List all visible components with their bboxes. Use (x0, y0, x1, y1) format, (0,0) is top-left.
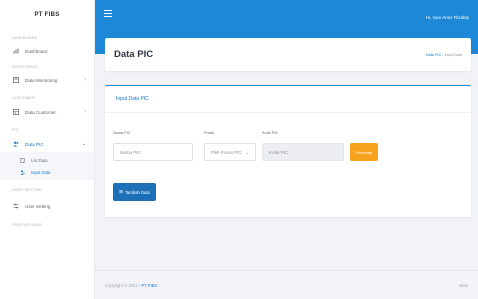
sidebar-item-monitoring[interactable]: Data Monitoring › (0, 72, 94, 88)
copyright: Copyright © 2021 • PT FIBS (105, 283, 157, 288)
nama-pic-placeholder: Nama PIC (120, 149, 141, 155)
sidebar-item-user-setting[interactable]: User Setting (0, 198, 94, 214)
users-icon (13, 141, 19, 147)
generate-button[interactable]: Generate (350, 143, 378, 161)
chevron-down-icon: ⌄ (81, 141, 86, 147)
section-customer: CUSTOMER (12, 96, 35, 100)
sidebar-subitem-label: Input Data (31, 169, 51, 175)
hamburger-menu-icon[interactable] (104, 10, 112, 17)
sidebar-item-pic[interactable]: Data PIC ⌄ (0, 136, 94, 152)
sidebar-subitem-label: List Data (31, 157, 48, 163)
chevron-right-icon: › (84, 77, 86, 83)
document-icon (20, 157, 25, 163)
sidebar-item-dashboard[interactable]: Dashboard (0, 43, 94, 59)
breadcrumb: Data PIC / Input Data (426, 53, 462, 57)
pic-submenu: List Data Input Data (0, 152, 94, 180)
sidebar-item-label: Dashboard (25, 48, 48, 54)
page-header: Data PIC Data PIC / Input Data (105, 38, 471, 71)
section-monitoring: MONITORING (12, 65, 39, 69)
nama-pic-input[interactable]: Nama PIC (113, 143, 193, 161)
add-data-button[interactable]: ⊞ Tambah Data (113, 183, 156, 201)
user-plus-icon (20, 170, 25, 175)
page-title: Data PIC (114, 49, 154, 60)
sidebar-item-label: Data Customer (25, 109, 56, 115)
posisi-selected-value: Pilih Posisi PIC (211, 149, 242, 155)
kode-pic-label: Kode PIC (262, 131, 279, 135)
sidebar-subitem-input[interactable]: Input Data (0, 166, 94, 178)
kode-pic-input[interactable]: Kode PIC (262, 143, 344, 161)
sidebar-item-label: Data Monitoring (25, 77, 58, 83)
footer-version: Beta (459, 282, 468, 288)
sidebar-item-label: Data PIC (25, 141, 44, 147)
plus-icon: ⊞ (119, 189, 123, 194)
section-pic: PIC (12, 128, 19, 132)
footer: Copyright © 2021 • PT FIBS Beta (95, 270, 478, 299)
add-data-label: Tambah Data (124, 189, 150, 195)
kode-pic-placeholder: Kode PIC (269, 149, 289, 155)
brand-logo[interactable]: PT FIBS (0, 0, 94, 30)
chevron-down-icon: ⌄ (245, 149, 249, 155)
breadcrumb-current: Input Data (444, 52, 462, 57)
section-user-setting: USER SETTING (12, 188, 43, 192)
section-user-aplikasi: USER APLIKASI (12, 223, 43, 227)
settings-icon (13, 203, 19, 209)
sidebar: PT FIBS DASHBOARD Dashboard MONITORING D… (0, 0, 95, 299)
copyright-text: Copyright © 2021 • (105, 282, 141, 288)
table-icon (13, 109, 19, 115)
posisi-select[interactable]: Pilih Posisi PIC ⌄ (204, 143, 256, 161)
sidebar-item-customer[interactable]: Data Customer › (0, 104, 94, 120)
monitor-icon (13, 77, 19, 83)
nama-pic-label: Nama PIC (113, 131, 131, 135)
chevron-right-icon: › (84, 109, 86, 115)
footer-company-link[interactable]: PT FIBS (141, 283, 157, 288)
user-greeting[interactable]: Hi, Ivan Ariez Rizaldy (426, 15, 469, 20)
sidebar-subitem-list[interactable]: List Data (0, 154, 94, 166)
chart-icon (13, 48, 19, 54)
breadcrumb-link[interactable]: Data PIC (426, 53, 441, 57)
form-title: Input Data PIC (105, 86, 471, 113)
sidebar-item-label: User Setting (25, 203, 51, 209)
section-dashboard: DASHBOARD (12, 36, 38, 40)
posisi-label: Posisi (204, 131, 215, 135)
